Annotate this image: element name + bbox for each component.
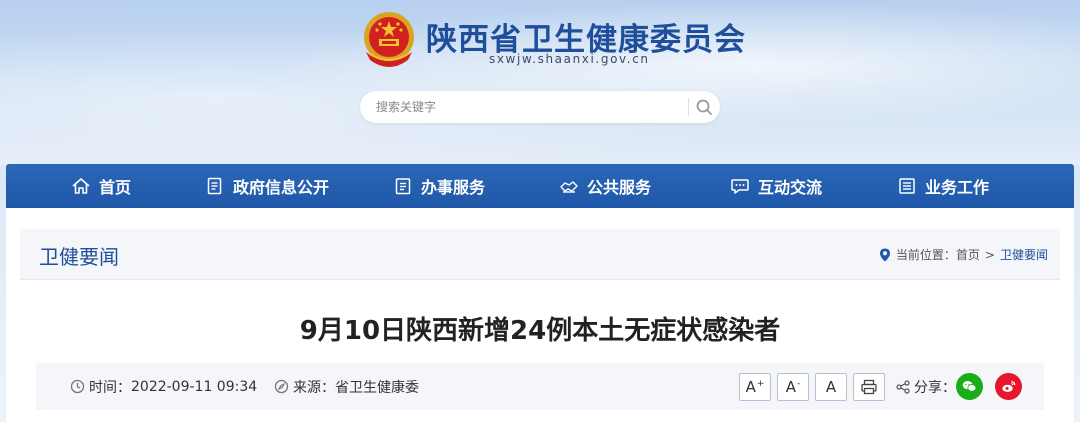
article-title: 9月10日陕西新增24例本土无症状感染者	[299, 316, 781, 346]
source-value: 省卫生健康委	[335, 379, 419, 396]
source-label: 来源：	[293, 379, 335, 396]
search-divider	[688, 98, 689, 116]
weibo-icon	[1002, 381, 1016, 392]
font-increase-mark: +	[756, 379, 765, 389]
handshake-icon	[560, 181, 578, 193]
share-weibo-button[interactable]	[995, 373, 1022, 400]
breadcrumb-home-link[interactable]: 首页	[956, 246, 980, 263]
breadcrumb-current-link[interactable]: 卫健要闻	[1000, 246, 1048, 263]
section-header: 卫健要闻 当前位置： 首页 > 卫健要闻	[20, 229, 1060, 280]
share-label: 分享：	[914, 379, 956, 396]
nav-item-label: 办事服务	[421, 178, 486, 197]
nav-item-gov-info[interactable]: 政府信息公开	[205, 164, 329, 208]
font-increase-label: A	[745, 378, 756, 396]
search-input[interactable]	[376, 91, 676, 123]
clipboard-icon	[395, 178, 411, 195]
share-label-group: 分享：	[896, 363, 956, 410]
article-meta-bar: 时间： 2022-09-11 09:34 来源： 省卫生健康委 A + A- A …	[36, 363, 1044, 410]
font-decrease-label: A	[785, 378, 796, 396]
breadcrumb-separator: >	[984, 247, 995, 262]
share-icon	[896, 379, 910, 394]
publish-time: 时间： 2022-09-11 09:34	[70, 363, 257, 410]
nav-item-label: 首页	[99, 178, 132, 197]
time-value: 2022-09-11 09:34	[131, 378, 258, 395]
breadcrumb-prefix: 当前位置：	[895, 248, 956, 262]
article-source: 来源： 省卫生健康委	[274, 363, 419, 410]
printer-icon	[861, 379, 877, 395]
nav-item-services[interactable]: 办事服务	[393, 164, 485, 208]
header-banner: 陕西省卫生健康委员会 sxwjw.shaanxi.gov.cn	[0, 0, 1080, 165]
briefcase-icon	[899, 178, 915, 194]
document-list-icon	[207, 177, 222, 195]
time-label: 时间：	[89, 379, 131, 396]
font-reset-button[interactable]: A	[815, 373, 847, 401]
share-wechat-button[interactable]	[956, 373, 983, 400]
search-icon[interactable]	[695, 98, 713, 116]
clock-icon	[70, 379, 85, 394]
nav-item-business[interactable]: 业务工作	[897, 164, 989, 208]
search-box	[360, 91, 720, 123]
nav-item-home[interactable]: 首页	[71, 164, 131, 208]
font-decrease-button[interactable]: A-	[777, 373, 809, 401]
nav-item-label: 互动交流	[758, 178, 823, 197]
font-reset-label: A	[825, 378, 837, 396]
font-decrease-mark: -	[797, 379, 801, 389]
section-title: 卫健要闻	[39, 245, 119, 269]
wechat-icon	[962, 381, 977, 392]
chat-icon	[731, 179, 749, 194]
nav-item-label: 业务工作	[925, 178, 990, 197]
nav-item-public-services[interactable]: 公共服务	[559, 164, 651, 208]
compass-icon	[274, 379, 289, 394]
home-icon	[72, 178, 90, 194]
national-emblem-icon	[364, 12, 414, 67]
main-nav: 首页 政府信息公开 办事服务 公共服务 互动交流 业务工作	[6, 164, 1074, 208]
nav-item-label: 公共服务	[587, 178, 652, 197]
content-area: 卫健要闻 当前位置： 首页 > 卫健要闻 9月10日陕西新增24例本土无症状感染…	[6, 208, 1074, 422]
nav-item-label: 政府信息公开	[233, 178, 330, 197]
nav-item-interaction[interactable]: 互动交流	[730, 164, 822, 208]
font-increase-button[interactable]: A +	[739, 373, 771, 401]
print-button[interactable]	[853, 373, 885, 401]
breadcrumb: 当前位置： 首页 > 卫健要闻	[879, 246, 1048, 263]
site-domain: sxwjw.shaanxi.gov.cn	[489, 52, 650, 66]
location-pin-icon	[879, 248, 890, 261]
